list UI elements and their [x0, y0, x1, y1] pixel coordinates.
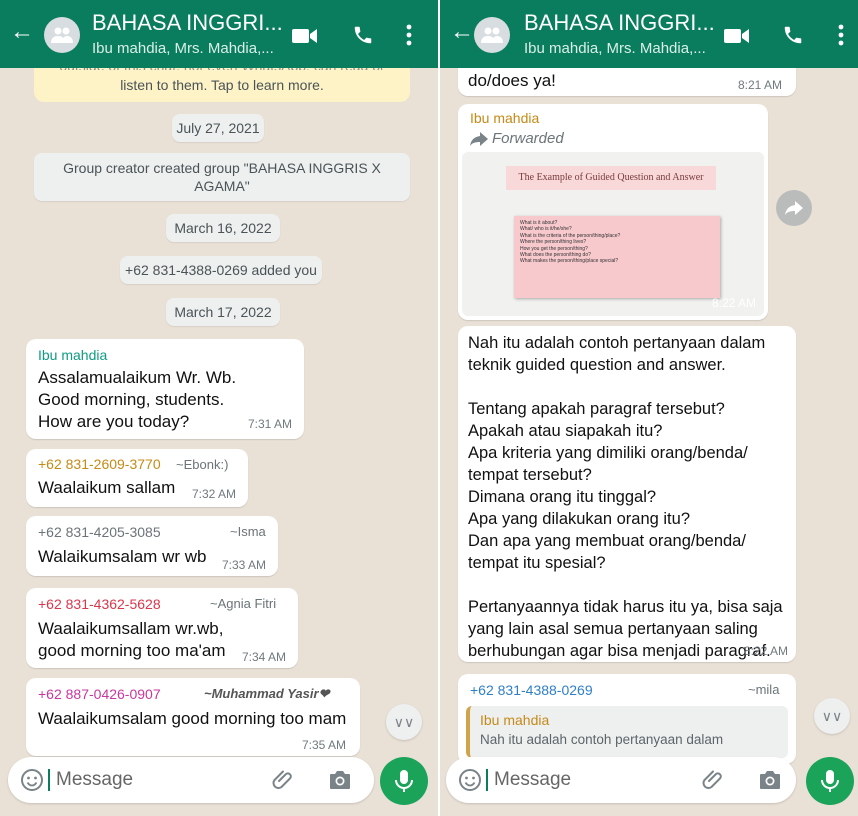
quoted-message[interactable]: Ibu mahdia Nah itu adalah contoh pertany… [466, 706, 788, 758]
message-input[interactable]: Message [56, 769, 133, 791]
chat-title[interactable]: BAHASA INGGRI... [524, 10, 715, 36]
scroll-down-button[interactable]: ∨∨ [386, 704, 422, 740]
chat-panel-left: outside of this chat, not even WhatsApp,… [0, 0, 438, 816]
sender-alias: ~mila [748, 682, 780, 697]
forward-icon [785, 201, 803, 215]
sender-name[interactable]: +62 831-4362-5628 [38, 596, 161, 612]
sender-name[interactable]: +62 831-4388-0269 [470, 682, 593, 698]
forward-button[interactable] [776, 190, 812, 226]
date-chip: July 27, 2021 [172, 114, 264, 142]
camera-icon[interactable] [758, 769, 782, 791]
image-question-box: What is it about? What/ who is it/he/she… [514, 216, 720, 298]
message-bubble[interactable]: +62 831-4205-3085 ~Isma Walaikumsalam wr… [26, 516, 278, 576]
message-bubble[interactable]: +62 831-4362-5628 ~Agnia Fitri Waalaikum… [26, 588, 298, 668]
sender-name[interactable]: +62 887-0426-0907 [38, 686, 161, 702]
voice-record-button[interactable] [806, 757, 854, 805]
chat-header[interactable]: ← BAHASA INGGRI... Ibu mahdia, Mrs. Mahd… [0, 0, 438, 68]
chat-members[interactable]: Ibu mahdia, Mrs. Mahdia,... [92, 40, 274, 57]
quoted-text: Nah itu adalah contoh pertanyaan dalam [480, 732, 724, 747]
chat-members[interactable]: Ibu mahdia, Mrs. Mahdia,... [524, 40, 706, 57]
mic-icon [821, 770, 839, 792]
text-cursor [486, 769, 488, 791]
sender-name[interactable]: Ibu mahdia [38, 347, 107, 363]
message-bubble[interactable]: +62 887-0426-0907 ~Muhammad Yasir❤ Waala… [26, 678, 360, 756]
quoted-sender: Ibu mahdia [480, 712, 550, 728]
sender-name[interactable]: Ibu mahdia [470, 110, 539, 126]
mic-icon [395, 770, 413, 792]
group-avatar-icon[interactable] [474, 17, 510, 53]
attach-icon[interactable] [702, 768, 726, 792]
message-text: Waalaikumsallam wr.wb, good morning too … [38, 619, 226, 660]
group-avatar-icon[interactable] [44, 17, 80, 53]
image-title: The Example of Guided Question and Answe… [506, 166, 716, 190]
message-time: 7:33 AM [222, 558, 267, 572]
voice-record-button[interactable] [380, 757, 428, 805]
scroll-down-button[interactable]: ∨∨ [814, 698, 850, 734]
message-time: 7:35 AM [302, 738, 347, 752]
encryption-notice[interactable]: outside of this chat, not even WhatsApp,… [34, 60, 410, 102]
forwarded-label: Forwarded [492, 130, 564, 147]
message-text: Waalaikumsalam good morning too mam [38, 709, 347, 728]
sender-alias: ~Agnia Fitri [210, 596, 277, 611]
group-created-notice: Group creator created group "BAHASA INGG… [34, 153, 410, 201]
scroll-down-icon: ∨∨ [821, 708, 843, 724]
sender-name[interactable]: +62 831-4205-3085 [38, 524, 161, 540]
emoji-icon[interactable] [20, 768, 44, 792]
message-time: 7:32 AM [192, 487, 237, 501]
message-bubble[interactable]: +62 831-2609-3770 ~Ebonk:) Waalaikum sal… [26, 449, 248, 507]
message-text: Walaikumsalam wr wb [38, 547, 207, 566]
sender-alias: ~Ebonk:) [176, 457, 229, 472]
back-arrow-icon[interactable]: ← [10, 20, 34, 44]
message-time: 8:21 AM [738, 78, 783, 92]
phone-icon[interactable] [782, 24, 804, 46]
message-composer[interactable]: Message [8, 757, 374, 803]
message-bubble[interactable]: Ibu mahdia Assalamualaikum Wr. Wb. Good … [26, 339, 304, 439]
message-time: 7:34 AM [242, 650, 287, 664]
message-composer[interactable]: Message [446, 757, 796, 803]
message-bubble[interactable]: Nah itu adalah contoh pertanyaan dalam t… [458, 326, 796, 662]
date-chip: March 16, 2022 [166, 214, 280, 242]
scroll-down-icon: ∨∨ [393, 714, 415, 730]
more-vert-icon[interactable] [406, 24, 412, 46]
emoji-icon[interactable] [458, 768, 482, 792]
forwarded-image[interactable]: The Example of Guided Question and Answe… [462, 152, 764, 316]
sender-alias: ~Muhammad Yasir❤ [204, 686, 330, 701]
message-text: do/does ya! [468, 71, 556, 90]
more-vert-icon[interactable] [838, 24, 844, 46]
message-text: Nah itu adalah contoh pertanyaan dalam t… [468, 334, 783, 660]
attach-icon[interactable] [272, 768, 296, 792]
camera-icon[interactable] [328, 769, 352, 791]
phone-icon[interactable] [352, 24, 374, 46]
sender-alias: ~Isma [230, 524, 266, 539]
text-cursor [48, 769, 50, 791]
sender-name[interactable]: +62 831-2609-3770 [38, 456, 161, 472]
message-text: Waalaikum sallam [38, 478, 176, 497]
chat-title[interactable]: BAHASA INGGRI... [92, 10, 283, 36]
message-time: 8:22 AM [744, 644, 789, 658]
video-call-icon[interactable] [724, 28, 750, 44]
message-time: 7:31 AM [248, 417, 293, 431]
video-call-icon[interactable] [292, 28, 318, 44]
message-input[interactable]: Message [494, 769, 571, 791]
message-time: 8:22 AM [711, 296, 756, 310]
added-notice: +62 831-4388-0269 added you [120, 256, 322, 284]
forwarded-icon [470, 132, 488, 146]
chat-header[interactable]: ← BAHASA INGGRI... Ibu mahdia, Mrs. Mahd… [440, 0, 858, 68]
message-text: Assalamualaikum Wr. Wb. Good morning, st… [38, 368, 237, 431]
forwarded-image-message[interactable]: Ibu mahdia Forwarded The Example of Guid… [458, 104, 768, 320]
encryption-notice-text: listen to them. Tap to learn more. [120, 77, 324, 93]
back-arrow-icon[interactable]: ← [450, 20, 474, 44]
reply-message[interactable]: +62 831-4388-0269 ~mila Ibu mahdia Nah i… [458, 674, 796, 764]
chat-panel-right: do/does ya! 8:21 AM Ibu mahdia Forwarded… [440, 0, 858, 816]
date-chip: March 17, 2022 [166, 298, 280, 326]
